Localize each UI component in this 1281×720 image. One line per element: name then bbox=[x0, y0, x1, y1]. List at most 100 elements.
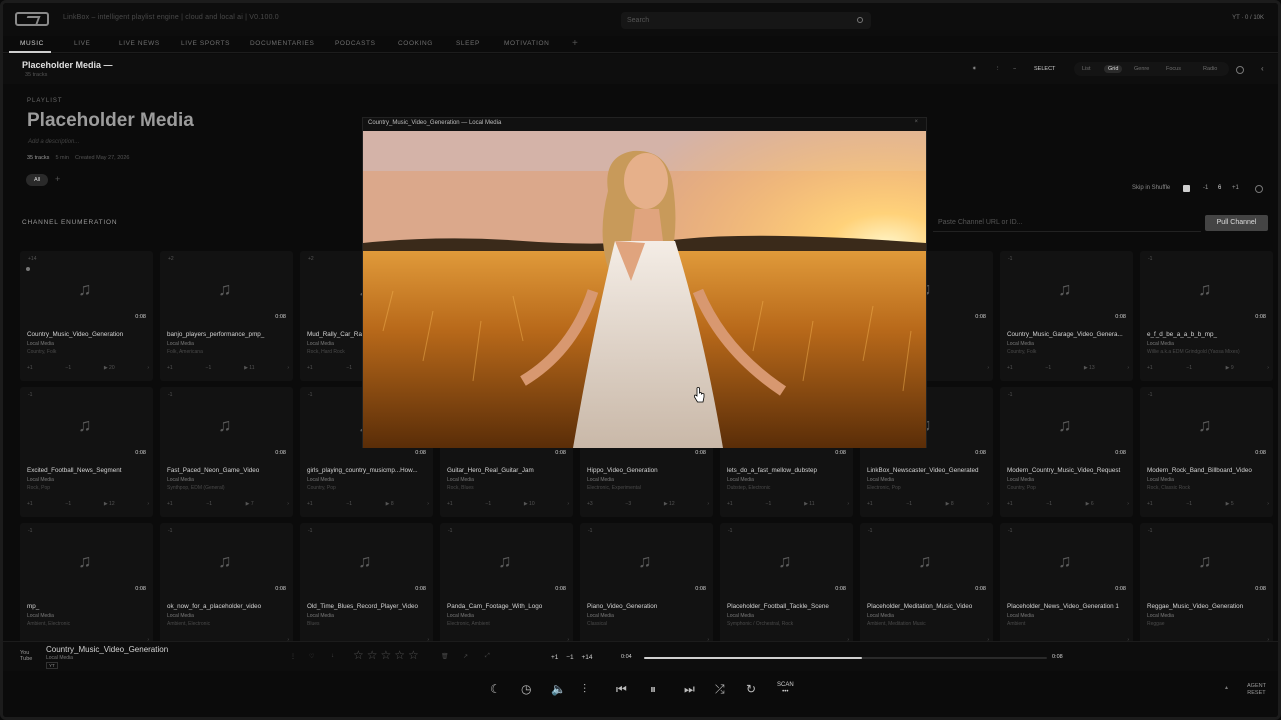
card-menu-icon[interactable]: › bbox=[707, 501, 709, 507]
upvote-button[interactable]: +1 bbox=[167, 365, 173, 371]
track-card[interactable]: -1 ♫ 0:08 Panda_Cam_Footage_With_Logo Local … bbox=[440, 523, 573, 641]
downvote-button[interactable]: −1 bbox=[1186, 365, 1192, 371]
scan-button[interactable]: SCAN ••• bbox=[777, 682, 794, 696]
upvote-button[interactable]: +1 bbox=[307, 501, 313, 507]
upvote-button[interactable]: +1 bbox=[27, 501, 33, 507]
tab-live[interactable]: LIVE bbox=[74, 40, 91, 47]
pull-channel-button[interactable]: Pull Channel bbox=[1205, 215, 1268, 231]
search-icon[interactable] bbox=[857, 17, 863, 23]
upvote-button[interactable]: +1 bbox=[551, 654, 558, 661]
upvote-button[interactable]: +1 bbox=[1147, 365, 1153, 371]
tab-live-news[interactable]: LIVE NEWS bbox=[119, 40, 160, 47]
video-frame[interactable] bbox=[363, 131, 926, 448]
track-card[interactable]: -1 ♫ 0:08 Placeholder_Football_Tackle_Scene… bbox=[720, 523, 853, 641]
upvote-button[interactable]: +1 bbox=[1147, 501, 1153, 507]
more-icon[interactable]: ⋮ bbox=[290, 653, 296, 660]
downvote-button[interactable]: −1 bbox=[1045, 365, 1051, 371]
card-menu-icon[interactable]: › bbox=[567, 501, 569, 507]
card-menu-icon[interactable]: › bbox=[987, 365, 989, 371]
trash-icon[interactable]: 🗑 bbox=[441, 653, 449, 660]
card-menu-icon[interactable]: › bbox=[987, 501, 989, 507]
track-card[interactable]: -1 ♫ 0:08 Placeholder_News_Video_Generation… bbox=[1000, 523, 1133, 641]
card-menu-icon[interactable]: › bbox=[287, 501, 289, 507]
card-menu-icon[interactable]: › bbox=[1127, 501, 1129, 507]
pause-icon[interactable]: ⏸ bbox=[650, 682, 656, 697]
upvote-button[interactable]: +1 bbox=[727, 501, 733, 507]
tab-motivation[interactable]: MOTIVATION bbox=[504, 40, 549, 47]
settings-gear-icon[interactable] bbox=[1236, 66, 1244, 74]
tab-cooking[interactable]: COOKING bbox=[398, 40, 433, 47]
volume-icon[interactable]: 🔈 bbox=[551, 682, 566, 696]
shuffle-icon[interactable]: ⤮ bbox=[715, 682, 725, 697]
chevron-left-icon[interactable]: ‹ bbox=[1261, 64, 1264, 73]
filter-all-pill[interactable]: All bbox=[26, 174, 48, 186]
downvote-button[interactable]: −1 bbox=[766, 501, 772, 507]
downvote-button[interactable]: −1 bbox=[485, 501, 491, 507]
card-menu-icon[interactable]: › bbox=[1267, 365, 1269, 371]
card-menu-icon[interactable]: › bbox=[1127, 365, 1129, 371]
chevron-up-icon[interactable]: ▴ bbox=[1225, 684, 1228, 691]
download-icon[interactable]: ↓ bbox=[331, 653, 334, 659]
next-icon[interactable]: ⏭ bbox=[684, 682, 695, 697]
previous-icon[interactable]: ⏮ bbox=[616, 682, 627, 697]
collapse-icon[interactable]: − bbox=[1013, 66, 1016, 72]
upvote-button[interactable]: +1 bbox=[27, 365, 33, 371]
tab-podcasts[interactable]: PODCASTS bbox=[335, 40, 376, 47]
downvote-button[interactable]: −1 bbox=[206, 501, 212, 507]
tab-music[interactable]: MUSIC bbox=[20, 40, 44, 47]
upvote-button[interactable]: +1 bbox=[1007, 365, 1013, 371]
track-card[interactable]: -1 ♫ 0:08 Country_Music_Garage_Video_Genera… bbox=[1000, 251, 1133, 381]
downvote-button[interactable]: −1 bbox=[906, 501, 912, 507]
playlist-description[interactable]: Add a description... bbox=[28, 139, 79, 145]
upvote-button[interactable]: +1 bbox=[1007, 501, 1013, 507]
view-radio[interactable]: Radio bbox=[1203, 66, 1217, 72]
downvote-button[interactable]: −1 bbox=[346, 501, 352, 507]
add-tab-button[interactable]: + bbox=[572, 38, 578, 49]
view-grid[interactable]: Grid bbox=[1104, 65, 1123, 73]
downvote-button[interactable]: −1 bbox=[65, 365, 71, 371]
card-menu-icon[interactable]: › bbox=[427, 501, 429, 507]
track-card[interactable]: -1 ♫ 0:08 e_f_d_be_a_a_b_b_mp_ Local Media Wi… bbox=[1140, 251, 1273, 381]
downvote-button[interactable]: −1 bbox=[1186, 501, 1192, 507]
app-logo-icon[interactable] bbox=[15, 12, 49, 26]
track-card[interactable]: -1 ♫ 0:08 Placeholder_Meditation_Music_Vide… bbox=[860, 523, 993, 641]
add-filter-button[interactable]: + bbox=[55, 174, 60, 184]
rating-stars[interactable]: ☆☆☆☆☆ bbox=[353, 648, 422, 662]
progress-bar[interactable] bbox=[644, 657, 1047, 659]
decrement-button[interactable]: -1 bbox=[1203, 185, 1208, 191]
upvote-button[interactable]: +1 bbox=[167, 501, 173, 507]
external-link-icon[interactable]: ⤢ bbox=[485, 653, 490, 660]
track-card[interactable]: -1 ♫ 0:08 Piano_Video_Generation Local Media… bbox=[580, 523, 713, 641]
tab-documentaries[interactable]: DOCUMENTARIES bbox=[250, 40, 314, 47]
track-card[interactable]: -1 ♫ 0:08 Reggae_Music_Video_Generation Loca… bbox=[1140, 523, 1273, 641]
more-menu-icon[interactable]: ⋮ bbox=[995, 66, 1001, 72]
sun-icon[interactable]: ✷ bbox=[972, 66, 977, 72]
upvote-button[interactable]: +1 bbox=[867, 501, 873, 507]
track-card[interactable]: -1 ♫ 0:08 ok_now_for_a_placeholder_video Loc… bbox=[160, 523, 293, 641]
track-card[interactable]: -1 ♫ 0:08 Excited_Football_News_Segment Loca… bbox=[20, 387, 153, 517]
heart-icon[interactable]: ♡ bbox=[309, 653, 314, 660]
repeat-icon[interactable]: ↻ bbox=[746, 682, 756, 696]
downvote-button[interactable]: −1 bbox=[65, 501, 71, 507]
playlist-title[interactable]: Placeholder Media bbox=[27, 110, 194, 132]
agent-reset-button[interactable]: AGENT RESET bbox=[1247, 683, 1266, 697]
card-menu-icon[interactable]: › bbox=[1267, 501, 1269, 507]
track-card[interactable]: -1 ♫ 0:08 Old_Time_Blues_Record_Player_Vide… bbox=[300, 523, 433, 641]
select-button[interactable]: SELECT bbox=[1034, 66, 1055, 72]
sleep-moon-icon[interactable]: ☾ bbox=[490, 682, 501, 696]
track-card[interactable]: -1 ♫ 0:08 Modern_Rock_Band_Billboard_Video L… bbox=[1140, 387, 1273, 517]
timer-icon[interactable]: ◷ bbox=[521, 682, 531, 696]
upvote-button[interactable]: +1 bbox=[307, 365, 313, 371]
downvote-button[interactable]: −1 bbox=[1046, 501, 1052, 507]
shuffle-settings-icon[interactable] bbox=[1255, 185, 1263, 193]
view-focus[interactable]: Focus bbox=[1166, 66, 1181, 72]
skip-shuffle-checkbox[interactable] bbox=[1183, 185, 1190, 192]
tab-sleep[interactable]: SLEEP bbox=[456, 40, 480, 47]
track-card[interactable]: -1 ♫ 0:08 Modern_Country_Music_Video_Reques… bbox=[1000, 387, 1133, 517]
search-input[interactable]: Search bbox=[621, 12, 871, 29]
track-card[interactable]: +2 ♫ 0:08 banjo_players_performance_pmp_ Loc… bbox=[160, 251, 293, 381]
close-icon[interactable]: × bbox=[914, 119, 918, 125]
increment-button[interactable]: +1 bbox=[1232, 185, 1239, 191]
track-card[interactable]: +14 ♫ 0:08 Country_Music_Video_Generation Lo… bbox=[20, 251, 153, 381]
downvote-button[interactable]: −1 bbox=[346, 365, 352, 371]
